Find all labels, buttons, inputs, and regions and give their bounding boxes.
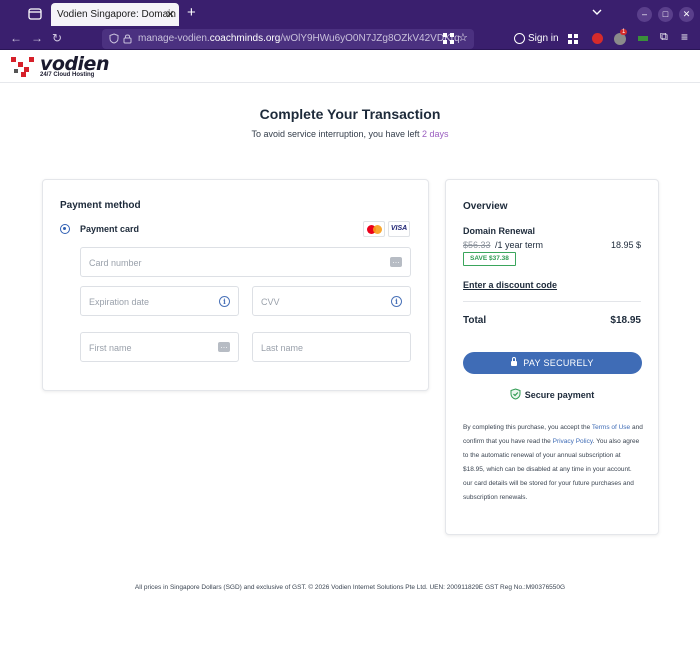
reload-icon[interactable]: ↻ — [52, 31, 62, 45]
save-badge: SAVE $37.38 — [463, 252, 516, 266]
extensions-grid-icon[interactable] — [568, 34, 578, 44]
item-price: 18.95 $ — [610, 240, 641, 250]
overview-card: Overview Domain Renewal $56.33 /1 year t… — [445, 179, 659, 535]
name-autofill-icon[interactable]: … — [218, 342, 230, 352]
overview-heading: Overview — [463, 201, 508, 212]
browser-tab-title: Vodien Singapore: Domain N — [57, 9, 179, 20]
site-header: vodien 24/7 Cloud Hosting — [0, 51, 700, 83]
payment-card-label[interactable]: Payment card — [80, 224, 139, 234]
chevron-down-icon[interactable] — [592, 7, 602, 17]
sign-in-button[interactable]: Sign in — [512, 31, 563, 47]
page-title: Complete Your Transaction — [259, 106, 441, 122]
first-name-placeholder: First name — [89, 343, 132, 353]
total-label: Total — [463, 315, 487, 326]
card-autofill-icon[interactable]: … — [390, 257, 402, 267]
old-price: $56.33 — [463, 240, 491, 250]
cvv-info-icon[interactable]: i — [391, 296, 402, 307]
vodien-logo[interactable]: vodien 24/7 Cloud Hosting — [10, 53, 110, 81]
terms-of-use-link[interactable]: Terms of Use — [592, 424, 630, 431]
item-name: Domain Renewal — [463, 226, 536, 236]
legal-part-4: our card details will be stored for your… — [463, 480, 634, 501]
minimize-window-button[interactable]: – — [637, 7, 652, 22]
legal-part-1: By completing this purchase, you accept … — [463, 424, 592, 431]
extension-green-icon[interactable] — [638, 36, 648, 41]
privacy-policy-link[interactable]: Privacy Policy — [553, 438, 593, 445]
footer-text: All prices in Singapore Dollars (SGD) an… — [134, 584, 566, 591]
url-path: /wOlY9HWu6yO0N7JZg8OZkV42VDKrq — [280, 33, 460, 44]
menu-icon[interactable]: ≡ — [681, 30, 688, 44]
discount-code-link[interactable]: Enter a discount code — [463, 280, 557, 290]
shield-tracking-icon[interactable] — [109, 33, 119, 44]
logo-mark-icon — [11, 57, 34, 77]
expiration-info-icon[interactable]: i — [219, 296, 230, 307]
url-prefix: manage-vodien. — [138, 33, 210, 44]
browser-tab[interactable]: Vodien Singapore: Domain N ✕ — [51, 3, 179, 26]
first-name-field[interactable]: First name … — [80, 332, 239, 362]
browser-nav-bar: ← → ↻ manage-vodien.coachminds.org/wOlY9… — [0, 28, 700, 50]
secure-payment-label: Secure payment — [524, 390, 595, 400]
logo-tagline: 24/7 Cloud Hosting — [40, 72, 95, 78]
forward-icon[interactable]: → — [31, 31, 43, 45]
lock-icon[interactable] — [123, 33, 132, 44]
tab-list-icon[interactable] — [28, 7, 42, 20]
last-name-field[interactable]: Last name — [252, 332, 411, 362]
close-tab-icon[interactable]: ✕ — [166, 8, 175, 21]
extension-badge: 1 — [620, 29, 628, 35]
mastercard-icon — [363, 221, 385, 237]
page-subtitle: To avoid service interruption, you have … — [0, 129, 700, 139]
cvv-field[interactable]: CVV i — [252, 286, 411, 316]
term-label: /1 year term — [495, 240, 544, 250]
url-bar[interactable]: manage-vodien.coachminds.org/wOlY9HWu6yO… — [102, 29, 474, 49]
close-window-button[interactable]: ✕ — [679, 7, 694, 22]
subtitle-text: To avoid service interruption, you have … — [251, 129, 423, 139]
sign-in-label: Sign in — [528, 33, 559, 44]
qr-code-icon[interactable] — [443, 33, 454, 44]
total-value: $18.95 — [610, 315, 641, 326]
payment-method-card: Payment method Payment card VISA Card nu… — [42, 179, 429, 391]
lock-icon — [511, 357, 518, 366]
expiration-date-field[interactable]: Expiration date i — [80, 286, 239, 316]
payment-card-radio[interactable] — [60, 224, 70, 234]
divider — [463, 301, 641, 302]
pay-button-label: PAY SECURELY — [523, 358, 594, 368]
account-icon — [514, 33, 525, 44]
shield-check-icon — [510, 388, 521, 400]
last-name-placeholder: Last name — [261, 343, 304, 353]
card-number-field[interactable]: Card number … — [80, 247, 411, 277]
url-host: coachminds.org — [209, 33, 281, 44]
cvv-placeholder: CVV — [261, 297, 280, 307]
days-left: 2 days — [422, 129, 449, 139]
card-number-placeholder: Card number — [89, 258, 142, 268]
new-tab-button[interactable]: + — [187, 5, 196, 20]
secure-payment: Secure payment — [446, 388, 658, 400]
bookmark-star-icon[interactable]: ☆ — [458, 31, 468, 44]
legal-text: By completing this purchase, you accept … — [463, 421, 643, 505]
expiration-placeholder: Expiration date — [89, 297, 150, 307]
pay-securely-button[interactable]: PAY SECURELY — [463, 352, 642, 374]
browser-tab-bar: Vodien Singapore: Domain N ✕ + – □ ✕ — [0, 0, 700, 28]
puzzle-extensions-icon[interactable]: ⧉ — [660, 31, 668, 44]
back-icon[interactable]: ← — [10, 31, 22, 45]
payment-method-heading: Payment method — [60, 200, 141, 211]
maximize-window-button[interactable]: □ — [658, 7, 673, 22]
visa-icon: VISA — [388, 221, 410, 237]
extension-red-icon[interactable] — [592, 33, 603, 44]
